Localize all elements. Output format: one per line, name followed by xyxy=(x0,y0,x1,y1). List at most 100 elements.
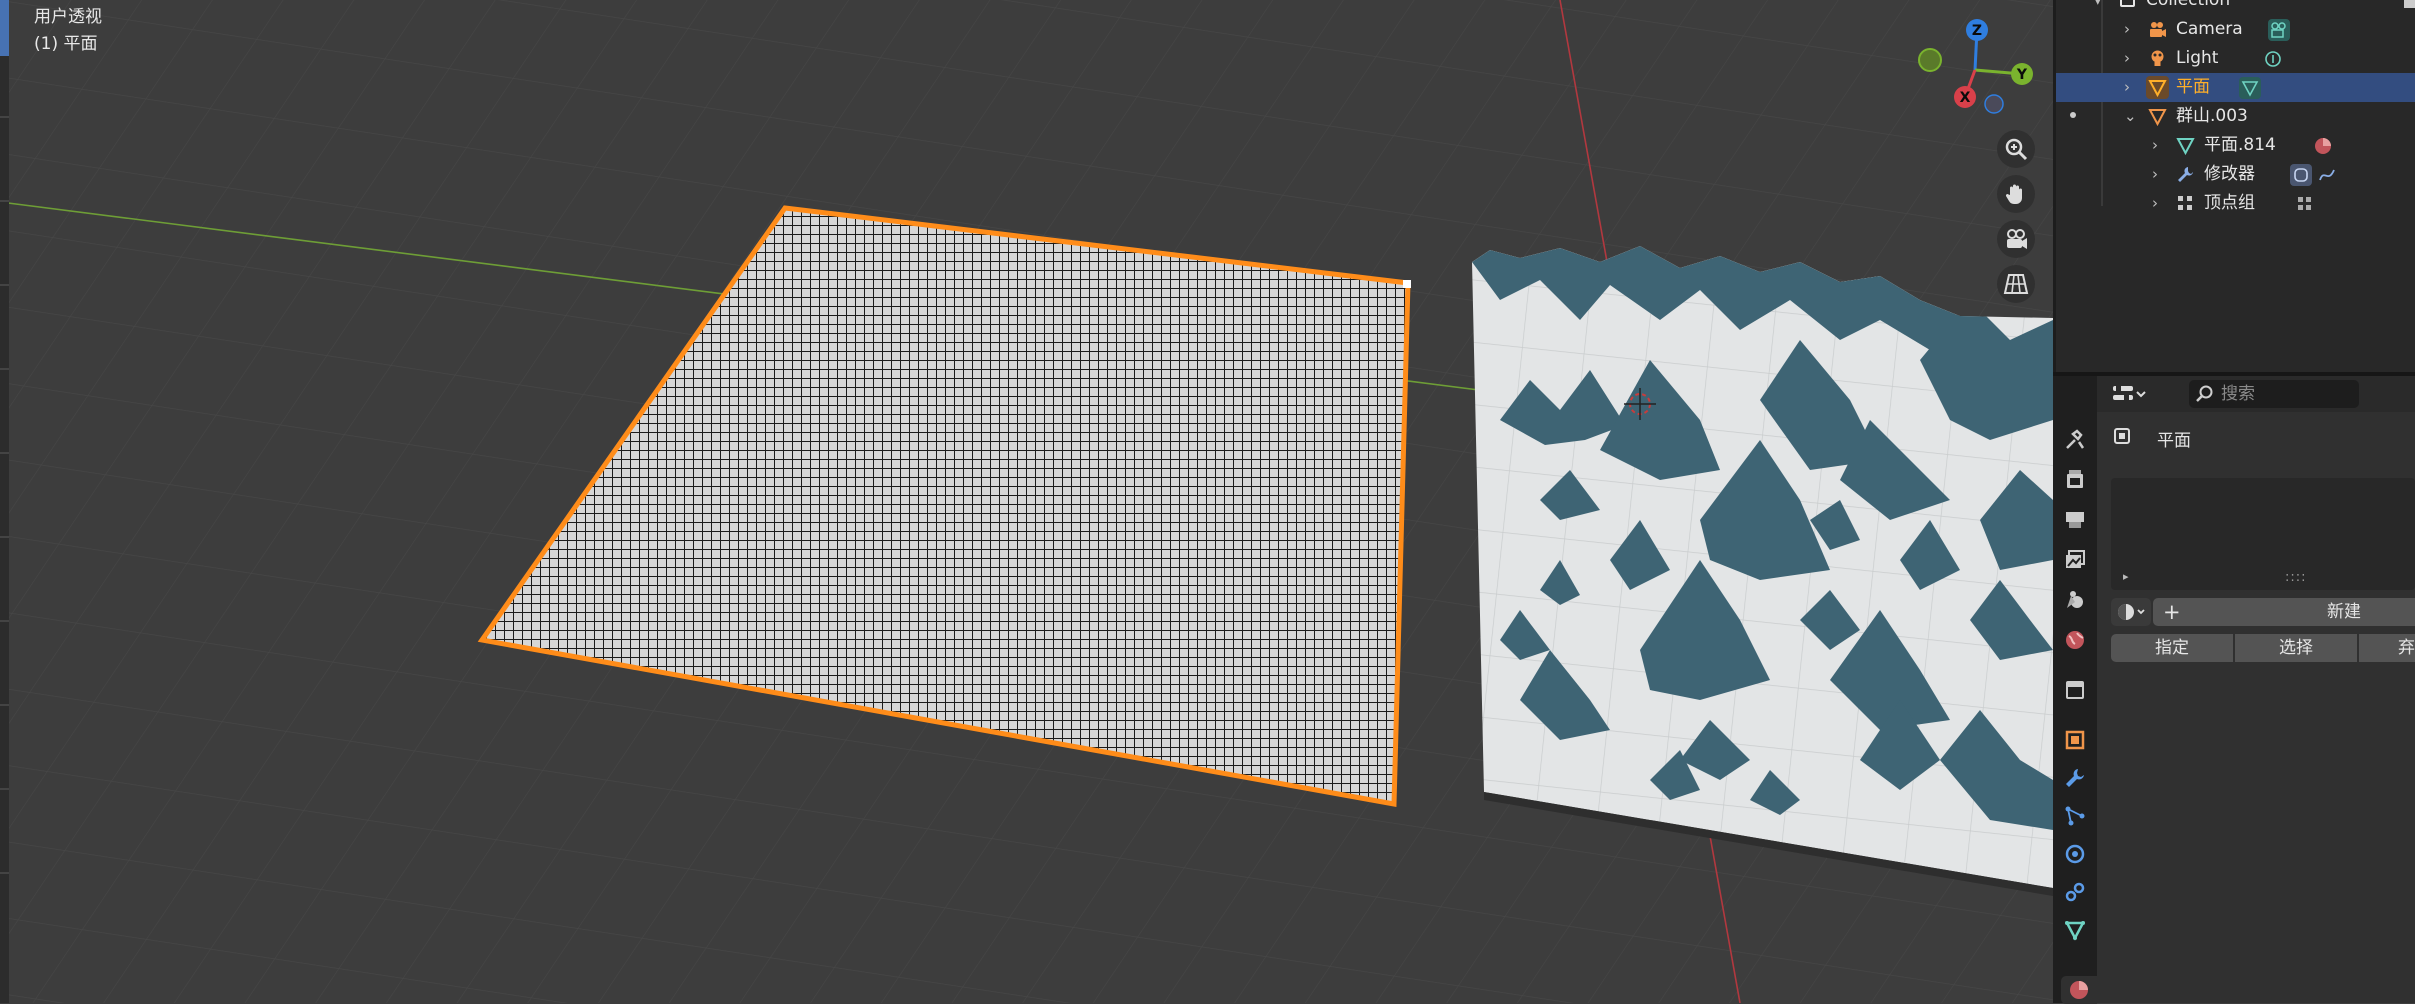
collection-checkbox[interactable] xyxy=(2404,0,2415,8)
render-icon xyxy=(2067,470,2083,488)
camera-data-icon[interactable] xyxy=(2268,19,2290,41)
outliner-row-plane[interactable]: › 平面 xyxy=(2056,73,2415,102)
material-icon xyxy=(2070,981,2088,999)
outliner-row-collection[interactable]: ▾ Collection xyxy=(2056,0,2415,15)
gizmo-x-label: X xyxy=(1960,90,1971,106)
tab-object[interactable] xyxy=(2061,726,2089,754)
list-resize-handle[interactable]: :::: xyxy=(2285,570,2307,585)
outliner-row-mesh-data[interactable]: › 平面.814 xyxy=(2056,131,2415,160)
object-icon xyxy=(2065,730,2085,750)
hand-pan-icon xyxy=(2005,184,2022,204)
tab-scene[interactable] xyxy=(2061,586,2089,614)
list-expand-arrow[interactable]: ▸ xyxy=(2123,570,2129,583)
expand-arrow[interactable]: › xyxy=(2152,160,2158,189)
row-label: 群山.003 xyxy=(2176,106,2248,126)
tab-modifier[interactable] xyxy=(2061,764,2089,792)
displace-modifier-icon[interactable] xyxy=(2316,164,2338,186)
mesh-object-icon xyxy=(2148,80,2167,97)
camera-icon xyxy=(2150,22,2166,37)
outliner-row-mountains[interactable]: ⌄ 群山.003 xyxy=(2056,102,2415,131)
toolbar-active-tool[interactable] xyxy=(0,0,9,56)
properties-editor-icon xyxy=(2113,385,2146,401)
ortho-toggle-button[interactable] xyxy=(1997,265,2035,303)
3d-viewport[interactable]: Z Y X 用户透视 (1) 平面 xyxy=(0,0,2053,1003)
row-label: 平面.814 xyxy=(2204,135,2276,155)
tab-view-layer[interactable] xyxy=(2061,546,2089,574)
physics-icon xyxy=(2065,844,2085,864)
mesh-object-icon xyxy=(2148,109,2167,126)
tab-data[interactable] xyxy=(2061,916,2089,944)
new-material-button[interactable]: + 新建 xyxy=(2153,598,2415,626)
deselect-button[interactable]: 弃 xyxy=(2359,634,2415,662)
outliner-row-vertex-groups[interactable]: › 顶点组 xyxy=(2056,189,2415,218)
browse-material-button[interactable] xyxy=(2111,598,2151,626)
expand-arrow[interactable]: › xyxy=(2124,44,2130,73)
scene-icon xyxy=(2067,591,2083,608)
material-icon[interactable] xyxy=(2312,135,2334,157)
mesh-data-icon xyxy=(2176,138,2195,155)
gizmo-z-label: Z xyxy=(1972,23,1982,39)
expand-arrow[interactable]: › xyxy=(2124,73,2130,102)
collapse-arrow[interactable]: ⌄ xyxy=(2124,102,2137,131)
light-data-icon[interactable] xyxy=(2262,48,2284,70)
view-layer-icon xyxy=(2066,550,2085,568)
vertex-group-data-icon[interactable] xyxy=(2294,193,2316,215)
properties-header: 搜索 xyxy=(2097,376,2415,412)
camera-view-icon xyxy=(2007,229,2027,249)
row-label: 平面 xyxy=(2176,77,2210,97)
viewport-scene[interactable]: Z Y X xyxy=(0,0,2053,1003)
data-icon xyxy=(2064,921,2086,941)
row-label: Camera xyxy=(2176,19,2243,39)
tab-constraints[interactable] xyxy=(2061,878,2089,906)
row-label: Collection xyxy=(2146,0,2231,10)
tab-render[interactable] xyxy=(2061,466,2089,494)
modifier-icon xyxy=(2066,769,2084,787)
row-label: 修改器 xyxy=(2204,164,2255,184)
tab-particles[interactable] xyxy=(2061,802,2089,830)
material-selector-row: + 新建 xyxy=(2111,598,2415,626)
grid-ortho-icon xyxy=(2003,274,2029,294)
tab-material[interactable] xyxy=(2061,976,2097,1004)
viewport-info: 用户透视 (1) 平面 xyxy=(34,4,102,58)
row-label: Light xyxy=(2176,48,2219,68)
object-icon xyxy=(2114,428,2130,444)
editor-type-menu[interactable] xyxy=(2109,381,2147,407)
context-object-label: 平面 xyxy=(2157,431,2191,451)
camera-view-button[interactable] xyxy=(1997,220,2035,258)
subdivision-modifier-icon[interactable] xyxy=(2290,164,2312,186)
material-browse-icon xyxy=(2118,604,2145,620)
material-slot-list[interactable]: ▸ :::: xyxy=(2111,478,2415,590)
zoom-button[interactable] xyxy=(1997,130,2035,168)
assign-button[interactable]: 指定 xyxy=(2111,634,2233,662)
tab-collection[interactable] xyxy=(2061,676,2089,704)
mesh-data-icon[interactable] xyxy=(2239,77,2261,99)
outliner-row-camera[interactable]: › Camera xyxy=(2056,15,2415,44)
properties-tab-bar[interactable] xyxy=(2053,376,2097,1004)
constraints-icon xyxy=(2065,882,2085,902)
pan-button[interactable] xyxy=(1997,175,2035,213)
plus-icon: + xyxy=(2163,600,2181,624)
light-icon xyxy=(2151,50,2164,66)
tool-icon xyxy=(2066,429,2085,449)
view-name: 用户透视 xyxy=(34,7,102,27)
tab-tool[interactable] xyxy=(2061,426,2089,454)
outliner[interactable]: ▾ Collection › Camera › Light › 平面 ⌄ 群山.… xyxy=(2053,0,2415,372)
wrench-icon xyxy=(2178,167,2193,182)
tab-world[interactable] xyxy=(2061,626,2089,654)
outliner-row-modifiers[interactable]: › 修改器 xyxy=(2056,160,2415,189)
tab-physics[interactable] xyxy=(2061,840,2089,868)
expand-arrow[interactable]: › xyxy=(2152,189,2158,218)
collapse-arrow[interactable]: ▾ xyxy=(2094,0,2102,15)
collection-icon xyxy=(2120,0,2135,7)
expand-arrow[interactable]: › xyxy=(2152,131,2158,160)
toolbar-strip[interactable] xyxy=(0,0,9,1003)
outliner-row-light[interactable]: › Light xyxy=(2056,44,2415,73)
search-placeholder: 搜索 xyxy=(2221,384,2255,404)
vertex-group-icon xyxy=(2178,196,2192,210)
search-icon xyxy=(2195,380,2215,417)
tab-output[interactable] xyxy=(2061,506,2089,534)
select-button[interactable]: 选择 xyxy=(2235,634,2357,662)
properties-search-input[interactable]: 搜索 xyxy=(2189,380,2359,408)
properties-editor[interactable]: 搜索 平面 ▸ :::: + 新建 指定 选择 弃 xyxy=(2097,376,2415,1003)
expand-arrow[interactable]: › xyxy=(2124,15,2130,44)
